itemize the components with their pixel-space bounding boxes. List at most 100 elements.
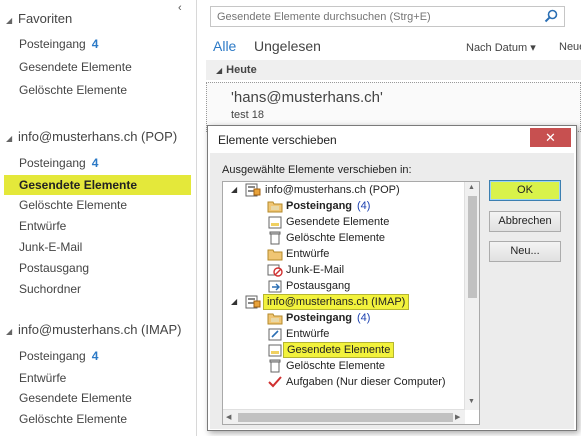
nav-item-label: Junk-E-Mail bbox=[19, 240, 83, 254]
scrollbar-thumb[interactable] bbox=[468, 196, 477, 298]
unread-count: (4) bbox=[357, 200, 371, 212]
inbox-folder-icon bbox=[267, 201, 283, 213]
pop-item-drafts[interactable]: Entwürfe bbox=[4, 216, 191, 236]
folder-tree[interactable]: ◢ info@musterhans.ch (POP) Posteingang (4… bbox=[222, 181, 480, 425]
pop-item-junk[interactable]: Junk-E-Mail bbox=[4, 237, 191, 257]
new-folder-button[interactable]: Neu... bbox=[489, 241, 561, 262]
drafts-folder-icon bbox=[268, 328, 282, 341]
collapse-pane-icon[interactable]: ‹ bbox=[178, 2, 182, 14]
filter-unread-tab[interactable]: Ungelesen bbox=[254, 38, 321, 54]
favorites-item-sent[interactable]: Gesendete Elemente bbox=[4, 57, 191, 77]
tree-pop-outbox[interactable]: Postausgang bbox=[286, 278, 350, 294]
collapse-triangle-icon[interactable]: ◢ bbox=[6, 322, 18, 342]
tree-imap-drafts[interactable]: Entwürfe bbox=[286, 326, 329, 342]
imap-item-sent[interactable]: Gesendete Elemente bbox=[4, 388, 191, 408]
nav-item-label: Entwürfe bbox=[19, 219, 67, 233]
tree-item-label: Posteingang bbox=[286, 200, 353, 212]
cancel-button[interactable]: Abbrechen bbox=[489, 211, 561, 232]
scroll-up-icon[interactable]: ▲ bbox=[468, 184, 475, 191]
trash-folder-icon bbox=[269, 231, 281, 245]
nav-item-label: Posteingang bbox=[19, 349, 86, 363]
tree-pop-deleted[interactable]: Gelöschte Elemente bbox=[286, 230, 385, 246]
filter-all-tab[interactable]: Alle bbox=[213, 38, 236, 54]
junk-folder-icon bbox=[267, 264, 283, 277]
tree-imap-sent-selected[interactable]: Gesendete Elemente bbox=[283, 342, 395, 358]
tree-imap-deleted[interactable]: Gelöschte Elemente bbox=[286, 358, 385, 374]
nav-item-label: Suchordner bbox=[19, 282, 82, 296]
pop-item-inbox[interactable]: Posteingang 4 bbox=[4, 153, 191, 173]
sort-by-date-dropdown[interactable]: Nach Datum ▾ bbox=[466, 41, 536, 54]
group-label: Heute bbox=[226, 64, 257, 76]
group-header-today[interactable]: ◢ Heute bbox=[206, 60, 581, 80]
pop-account-header[interactable]: ◢ info@musterhans.ch (POP) bbox=[6, 127, 177, 147]
tasks-folder-icon bbox=[268, 376, 282, 388]
tree-imap-tasks[interactable]: Aufgaben (Nur dieser Computer) bbox=[286, 374, 446, 390]
scroll-down-icon[interactable]: ▼ bbox=[468, 398, 475, 405]
tree-pop-drafts[interactable]: Entwürfe bbox=[286, 246, 329, 262]
tree-imap-account[interactable]: info@musterhans.ch (IMAP) bbox=[263, 294, 410, 310]
ok-button[interactable]: OK bbox=[489, 180, 561, 201]
favorites-header[interactable]: ◢ Favoriten bbox=[6, 9, 72, 29]
dialog-title: Elemente verschieben bbox=[218, 133, 337, 147]
outbox-folder-icon bbox=[268, 280, 282, 293]
tree-pop-junk[interactable]: Junk-E-Mail bbox=[286, 262, 344, 278]
tree-vertical-scrollbar[interactable]: ▲ ▼ bbox=[464, 182, 479, 410]
search-icon[interactable] bbox=[544, 9, 558, 23]
nav-item-label: Postausgang bbox=[19, 261, 90, 275]
collapse-triangle-icon[interactable]: ◢ bbox=[6, 11, 18, 31]
nav-item-label: Gesendete Elemente bbox=[19, 60, 132, 74]
nav-item-label: Gelöschte Elemente bbox=[19, 83, 128, 97]
scroll-left-icon[interactable]: ◀ bbox=[226, 413, 231, 421]
search-input[interactable] bbox=[211, 7, 531, 26]
tree-imap-inbox[interactable]: Posteingang (4) bbox=[286, 310, 370, 326]
folder-pane: ‹ ◢ Favoriten Posteingang 4 Gesendete Elem… bbox=[0, 0, 197, 436]
tree-pop-inbox[interactable]: Posteingang (4) bbox=[286, 198, 370, 214]
nav-item-label: Gelöschte Elemente bbox=[19, 412, 128, 426]
unread-count: 4 bbox=[91, 37, 99, 51]
pop-item-search-folders[interactable]: Suchordner bbox=[4, 279, 191, 299]
tree-pop-account[interactable]: info@musterhans.ch (POP) bbox=[265, 182, 400, 198]
favorites-title: Favoriten bbox=[18, 11, 73, 26]
trash-folder-icon bbox=[269, 359, 281, 373]
tree-horizontal-scrollbar[interactable]: ◀ ▶ bbox=[223, 409, 465, 424]
sent-folder-icon bbox=[268, 344, 282, 357]
unread-count: 4 bbox=[91, 349, 99, 363]
nav-item-label: Posteingang bbox=[19, 156, 86, 170]
imap-account-header[interactable]: ◢ info@musterhans.ch (IMAP) bbox=[6, 320, 181, 340]
imap-account-title: info@musterhans.ch (IMAP) bbox=[18, 322, 182, 337]
nav-item-label: Gelöschte Elemente bbox=[19, 198, 128, 212]
pop-item-sent-selected[interactable]: Gesendete Elemente bbox=[4, 175, 191, 195]
nav-item-label: Posteingang bbox=[19, 37, 86, 51]
collapse-triangle-icon[interactable]: ◢ bbox=[231, 182, 237, 198]
favorites-item-deleted[interactable]: Gelöschte Elemente bbox=[4, 80, 191, 100]
inbox-folder-icon bbox=[267, 313, 283, 325]
message-subject: test 18 bbox=[231, 109, 265, 121]
pop-item-deleted[interactable]: Gelöschte Elemente bbox=[4, 195, 191, 215]
dialog-titlebar[interactable]: Elemente verschieben ✕ bbox=[208, 126, 576, 153]
destination-label: Ausgewählte Elemente verschieben in: bbox=[222, 164, 412, 176]
nav-item-label: Entwürfe bbox=[19, 371, 67, 385]
pop-account-title: info@musterhans.ch (POP) bbox=[18, 129, 178, 144]
pop-item-outbox[interactable]: Postausgang bbox=[4, 258, 191, 278]
imap-item-inbox[interactable]: Posteingang 4 bbox=[4, 346, 191, 366]
dialog-body: Ausgewählte Elemente verschieben in: ◢ i… bbox=[210, 153, 574, 429]
sort-order-newest[interactable]: Neue bbox=[559, 41, 581, 53]
scroll-right-icon[interactable]: ▶ bbox=[455, 413, 460, 421]
tree-item-label: Posteingang bbox=[286, 312, 353, 324]
nav-item-label: Gesendete Elemente bbox=[19, 178, 138, 192]
tree-pop-sent[interactable]: Gesendete Elemente bbox=[286, 214, 389, 230]
drafts-folder-icon bbox=[267, 249, 283, 261]
sent-folder-icon bbox=[268, 216, 282, 229]
imap-item-drafts[interactable]: Entwürfe bbox=[4, 368, 191, 388]
close-button[interactable]: ✕ bbox=[530, 128, 571, 147]
scrollbar-thumb[interactable] bbox=[238, 413, 453, 422]
search-box[interactable] bbox=[210, 6, 565, 27]
collapse-triangle-icon[interactable]: ◢ bbox=[6, 129, 18, 149]
unread-count: 4 bbox=[91, 156, 99, 170]
collapse-triangle-icon[interactable]: ◢ bbox=[231, 294, 237, 310]
account-icon bbox=[245, 295, 261, 309]
imap-item-deleted[interactable]: Gelöschte Elemente bbox=[4, 409, 191, 429]
move-items-dialog: Elemente verschieben ✕ Ausgewählte Eleme… bbox=[207, 125, 577, 431]
collapse-triangle-icon[interactable]: ◢ bbox=[216, 66, 222, 75]
favorites-item-inbox[interactable]: Posteingang 4 bbox=[4, 34, 191, 54]
